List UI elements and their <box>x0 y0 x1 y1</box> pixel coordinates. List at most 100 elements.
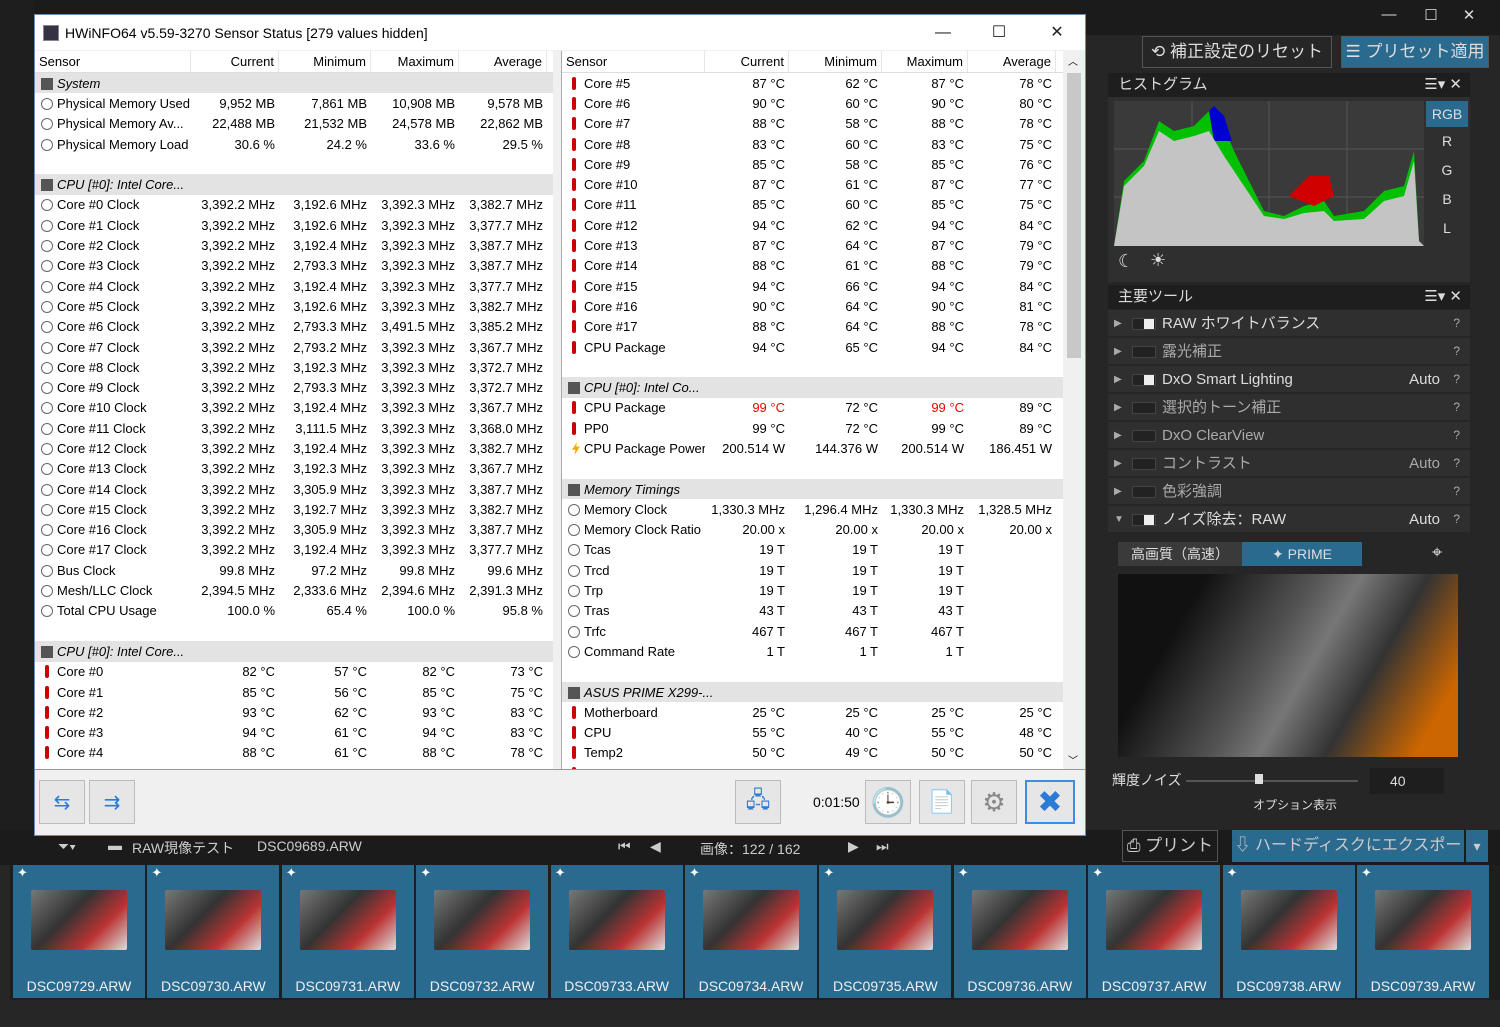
sensor-row[interactable]: Bus Clock 99.8 MHz 97.2 MHz 99.8 MHz 99.6 MH… <box>35 560 553 580</box>
sensor-row[interactable]: Temp2 50 °C 49 °C 50 °C 50 °C <box>562 743 1063 763</box>
network-button[interactable]: 🖧 <box>735 780 781 824</box>
collapsed-icon[interactable]: ▶ <box>1114 338 1122 365</box>
sensor-row[interactable]: Core #4 Clock 3,392.2 MHz 3,192.4 MHz 3,392… <box>35 276 553 296</box>
sensor-row[interactable]: Core #10 Clock 3,392.2 MHz 3,192.4 MHz 3,39… <box>35 398 553 418</box>
sensor-row[interactable]: Core #14 Clock 3,392.2 MHz 3,305.9 MHz 3,39… <box>35 479 553 499</box>
tool-toggle[interactable] <box>1132 346 1156 358</box>
collapse-button[interactable]: ⇆ <box>39 780 85 824</box>
export-dropdown[interactable]: ▾ <box>1466 830 1488 862</box>
thumbnail[interactable]: ✦ DSC09737.ARW <box>1088 865 1221 998</box>
sensor-row[interactable]: Core #9 85 °C 58 °C 85 °C 76 °C <box>562 154 1063 174</box>
sensor-row[interactable]: CPU Package Power 200.514 W 144.376 W 200.5… <box>562 438 1063 458</box>
close-button[interactable]: ✕ <box>1454 6 1484 24</box>
settings-button[interactable]: ⚙ <box>971 780 1017 824</box>
sensor-row[interactable]: Core #10 87 °C 61 °C 87 °C 77 °C <box>562 174 1063 194</box>
thumbnail[interactable]: ✦ DSC09734.ARW <box>685 865 817 998</box>
minimize-button[interactable]: — <box>1374 6 1404 23</box>
export-button[interactable]: ⇩ ハードディスクにエクスポート <box>1232 830 1464 886</box>
sensor-row[interactable]: Command Rate 1 T 1 T 1 T <box>562 641 1063 661</box>
scroll-up-icon[interactable]: ︿ <box>1068 53 1078 68</box>
column-header-current[interactable]: Current <box>191 51 279 72</box>
channel-l[interactable]: L <box>1426 220 1468 236</box>
section-row[interactable]: ASUS PRIME X299-... <box>562 681 1063 703</box>
collapsed-icon[interactable]: ▶ <box>1114 478 1122 505</box>
tool-toggle[interactable] <box>1132 402 1156 414</box>
sensor-row[interactable]: Core #1 85 °C 56 °C 85 °C 75 °C <box>35 682 553 702</box>
column-header-sensor[interactable]: Sensor <box>35 51 191 72</box>
close-sensors-button[interactable]: ✖ <box>1025 780 1075 824</box>
thumbnail[interactable]: ✦ DSC09739.ARW <box>1357 865 1489 998</box>
logging-button[interactable]: 📄 <box>919 780 965 824</box>
first-icon[interactable]: ⏮ <box>618 838 631 855</box>
scroll-thumb[interactable] <box>1067 73 1081 358</box>
luma-noise-input[interactable]: 40 <box>1370 768 1444 794</box>
column-header-sensor[interactable]: Sensor <box>562 51 705 72</box>
column-header-minimum[interactable]: Minimum <box>789 51 882 72</box>
sensor-row[interactable]: Physical Memory Load 30.6 % 24.2 % 33.6 % 29… <box>35 134 553 154</box>
thumbnail[interactable]: ✦ DSC09738.ARW <box>1222 865 1355 998</box>
scrollbar[interactable]: ︿ ﹀ <box>1065 51 1083 769</box>
sensor-row[interactable]: Core #12 Clock 3,392.2 MHz 3,192.4 MHz 3,39… <box>35 438 553 458</box>
sensor-row[interactable]: Mesh/LLC Clock 2,394.5 MHz 2,333.6 MHz 2,39… <box>35 580 553 600</box>
sensor-row[interactable]: Core #2 Clock 3,392.2 MHz 3,192.4 MHz 3,392… <box>35 235 553 255</box>
maximize-button[interactable]: ☐ <box>971 15 1027 50</box>
scroll-down-icon[interactable]: ﹀ <box>1068 752 1078 767</box>
sensor-row[interactable]: Trfc 467 T 467 T 467 T <box>562 621 1063 641</box>
sensor-row[interactable]: Core #17 Clock 3,392.2 MHz 3,192.4 MHz 3,39… <box>35 540 553 560</box>
collapsed-icon[interactable]: ▶ <box>1114 366 1122 393</box>
sensor-row[interactable]: Core #5 Clock 3,392.2 MHz 3,192.6 MHz 3,392… <box>35 296 553 316</box>
reset-timer-button[interactable]: 🕒 <box>865 780 911 824</box>
tool-toggle[interactable] <box>1132 318 1156 330</box>
sensor-row[interactable]: Core #6 Clock 3,392.2 MHz 2,793.3 MHz 3,491… <box>35 317 553 337</box>
section-row[interactable]: CPU [#0]: Intel Core... <box>35 174 553 195</box>
collapsed-icon[interactable]: ▶ <box>1114 422 1122 449</box>
collapsed-icon[interactable]: ▶ <box>1114 450 1122 477</box>
help-icon[interactable]: ? <box>1453 366 1460 393</box>
channel-rgb[interactable]: RGB <box>1426 101 1468 127</box>
section-row[interactable]: CPU [#0]: Intel Co... <box>562 377 1063 398</box>
expanded-icon[interactable]: ▼ <box>1114 506 1124 533</box>
sensor-row[interactable]: Physical Memory Used 9,952 MB 7,861 MB 10,9… <box>35 93 553 113</box>
thumbnail[interactable]: ✦ DSC09730.ARW <box>147 865 280 998</box>
crosshair-icon[interactable]: ⌖ <box>1432 542 1442 563</box>
column-header-average[interactable]: Average <box>459 51 547 72</box>
tool-row[interactable]: ▶ 色彩強調? <box>1108 478 1470 505</box>
tool-row[interactable]: ▶ 選択的トーン補正? <box>1108 394 1470 421</box>
sensor-row[interactable]: CPU 55 °C 40 °C 55 °C 48 °C <box>562 723 1063 743</box>
next-icon[interactable]: ▶ <box>848 838 859 855</box>
column-header-maximum[interactable]: Maximum <box>882 51 968 72</box>
nr-mode-prime[interactable]: ✦ PRIME <box>1242 542 1362 566</box>
help-icon[interactable]: ? <box>1453 506 1460 533</box>
slider-handle[interactable] <box>1254 774 1263 784</box>
sensor-row[interactable]: Core #3 Clock 3,392.2 MHz 2,793.3 MHz 3,392… <box>35 256 553 276</box>
panel-menu-close-icon[interactable]: ☰▾ ✕ <box>1424 73 1462 97</box>
help-icon[interactable]: ? <box>1453 450 1460 477</box>
thumbnail[interactable]: ✦ DSC09731.ARW <box>281 865 414 998</box>
tool-row[interactable]: ▶ RAW ホワイトバランス? <box>1108 310 1470 337</box>
sensor-row[interactable]: Core #13 87 °C 64 °C 87 °C 79 °C <box>562 235 1063 255</box>
print-button[interactable]: ⎙ プリント <box>1122 830 1218 862</box>
tool-toggle[interactable] <box>1132 430 1156 442</box>
sensor-row[interactable]: Core #15 Clock 3,392.2 MHz 3,192.7 MHz 3,39… <box>35 499 553 519</box>
collapsed-icon[interactable]: ▶ <box>1114 394 1122 421</box>
sensor-row[interactable]: Core #16 Clock 3,392.2 MHz 3,305.9 MHz 3,39… <box>35 520 553 540</box>
sensor-row[interactable]: Core #11 85 °C 60 °C 85 °C 75 °C <box>562 195 1063 215</box>
tool-toggle[interactable] <box>1132 374 1156 386</box>
sensor-row[interactable]: Motherboard 25 °C 25 °C 25 °C 25 °C <box>562 702 1063 722</box>
sensor-row[interactable]: Core #11 Clock 3,392.2 MHz 3,111.5 MHz 3,39… <box>35 418 553 438</box>
channel-b[interactable]: B <box>1426 191 1468 207</box>
sensor-row[interactable]: Core #4 88 °C 61 °C 88 °C 78 °C <box>35 743 553 763</box>
sensor-row[interactable]: CPU Package 94 °C 65 °C 94 °C 84 °C <box>562 337 1063 357</box>
sensor-row[interactable]: Core #16 90 °C 64 °C 90 °C 81 °C <box>562 296 1063 316</box>
column-header-maximum[interactable]: Maximum <box>371 51 459 72</box>
sensor-row[interactable]: Core #9 Clock 3,392.2 MHz 2,793.3 MHz 3,392… <box>35 377 553 397</box>
sensor-row[interactable]: Core #0 82 °C 57 °C 82 °C 73 °C <box>35 662 553 682</box>
help-icon[interactable]: ? <box>1453 394 1460 421</box>
column-header-average[interactable]: Average <box>968 51 1056 72</box>
thumbnail[interactable]: ✦ DSC09735.ARW <box>819 865 952 998</box>
section-row[interactable]: System <box>35 73 553 94</box>
sensor-row[interactable]: CPU Package 99 °C 72 °C 99 °C 89 °C <box>562 398 1063 418</box>
sensor-row[interactable]: Core #8 Clock 3,392.2 MHz 3,192.3 MHz 3,392… <box>35 357 553 377</box>
tool-row[interactable]: ▼ ノイズ除去：RAW Auto? <box>1108 506 1470 533</box>
minimize-button[interactable]: — <box>915 15 971 50</box>
